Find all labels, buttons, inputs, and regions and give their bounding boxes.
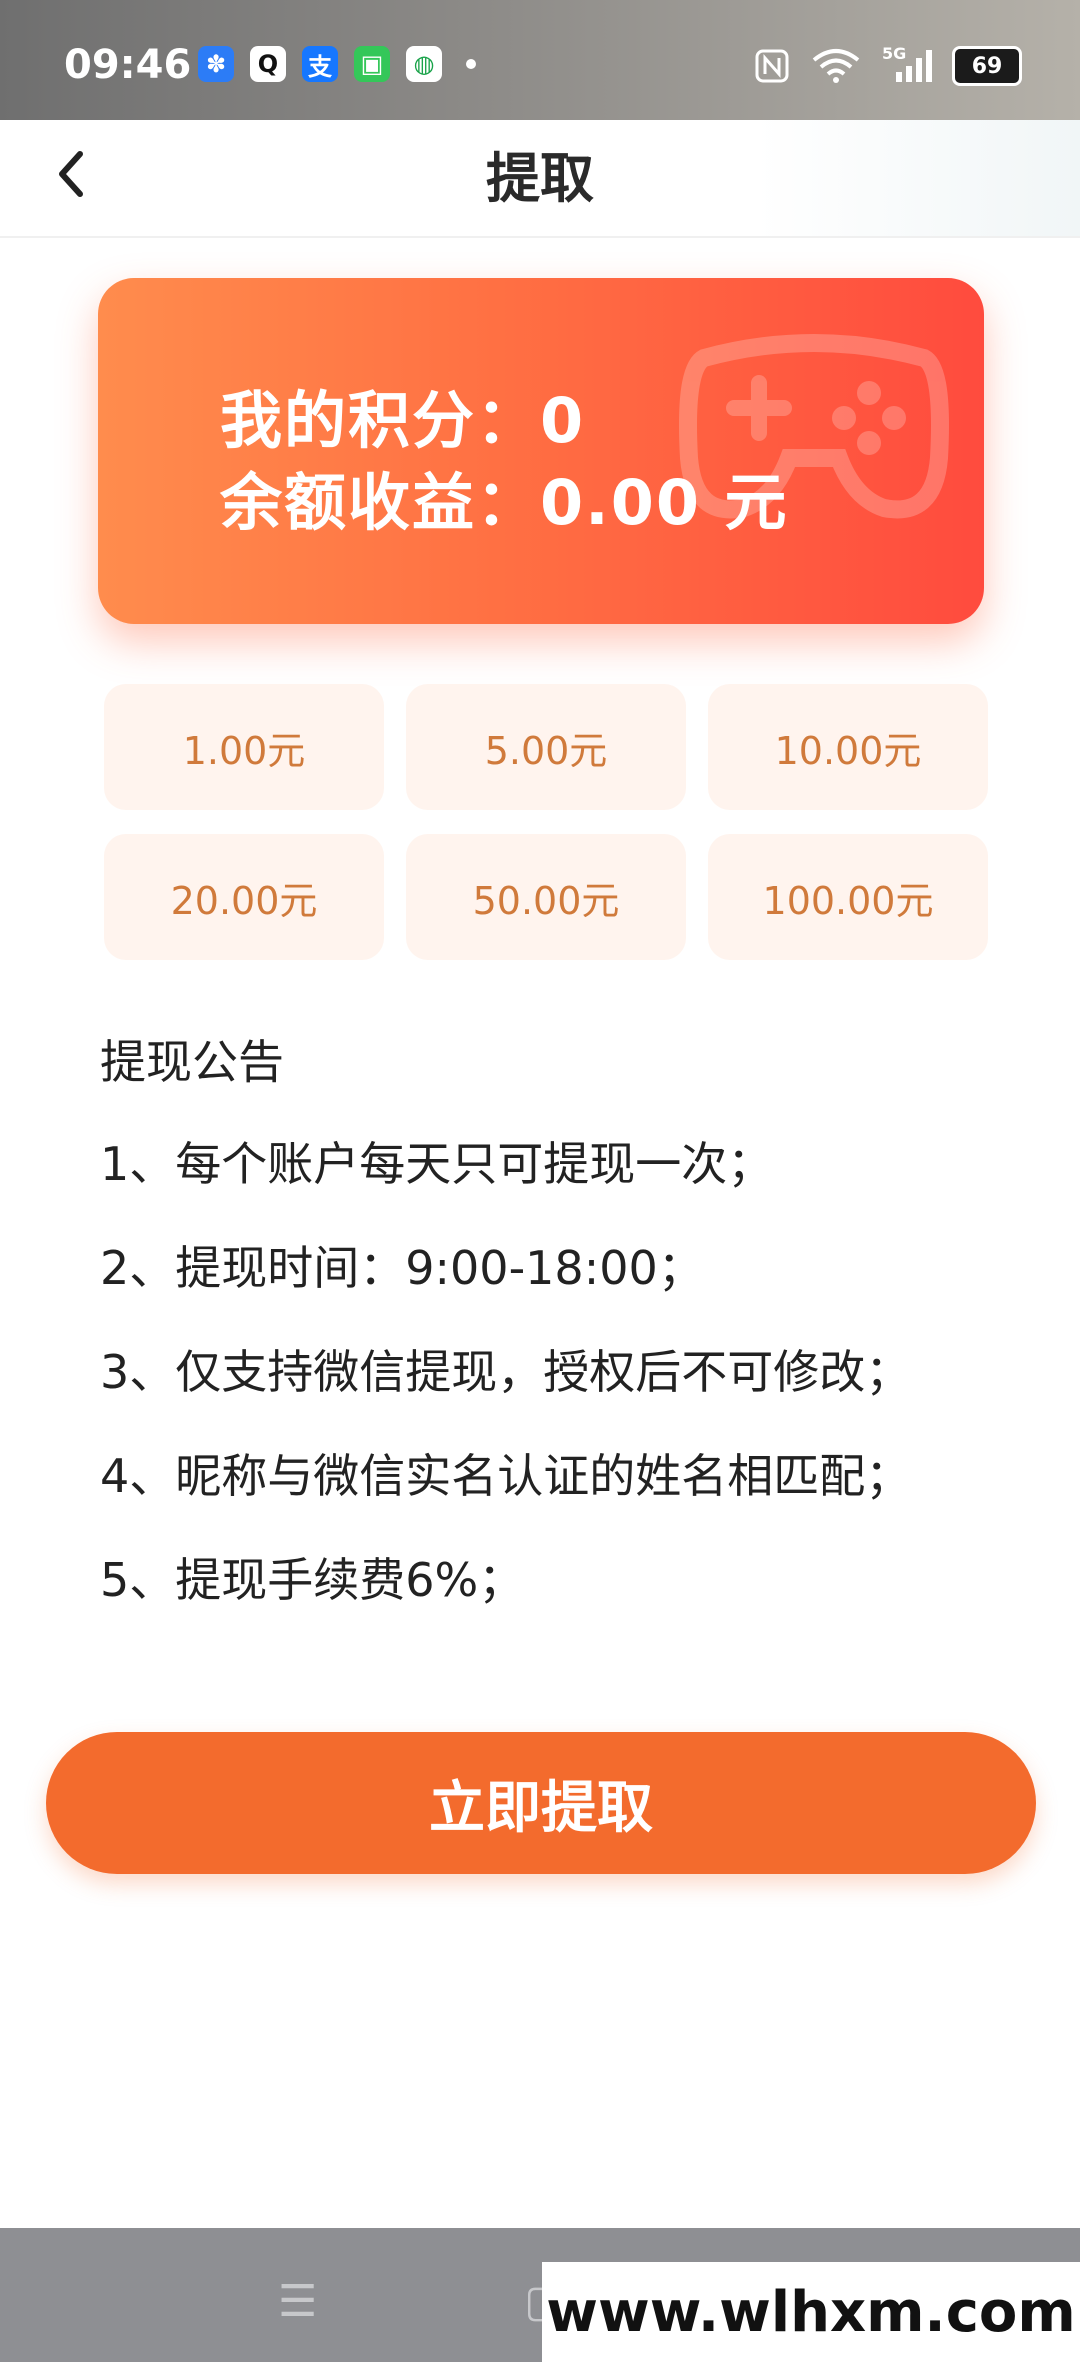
top-app-bar: 提取: [0, 120, 1080, 238]
notification-icons: ✽ Q 支 ▣ ◍: [198, 46, 476, 82]
notice-rule: 2、提现时间：9:00-18:00；: [100, 1241, 704, 1295]
battery-indicator: 69: [952, 46, 1022, 86]
status-time: 09:46: [64, 42, 192, 88]
notice-rule: 1、每个账户每天只可提现一次；: [100, 1137, 774, 1191]
notice-rule: 4、昵称与微信实名认证的姓名相匹配；: [100, 1449, 912, 1503]
messages-icon: ▣: [354, 46, 390, 82]
notice-title: 提现公告: [100, 1035, 284, 1089]
nfc-icon: [755, 49, 789, 83]
qq-icon: Q: [250, 46, 286, 82]
pinwheel-app-icon: ✽: [198, 46, 234, 82]
amount-option[interactable]: 10.00元: [708, 684, 988, 810]
notice-rule: 3、仅支持微信提现，授权后不可修改；: [100, 1345, 912, 1399]
wifi-icon: [812, 49, 860, 83]
withdraw-button[interactable]: 立即提取: [46, 1732, 1036, 1874]
balance-text: 余额收益：0.00 元: [220, 466, 789, 539]
amount-option[interactable]: 1.00元: [104, 684, 384, 810]
watermark: www.wlhxm.com: [542, 2262, 1080, 2362]
page-title: 提取: [486, 147, 594, 210]
points-text: 我的积分：0: [220, 384, 586, 457]
balance-card: 我的积分：0 余额收益：0.00 元: [98, 278, 984, 624]
notice-rule: 5、提现手续费6%；: [100, 1553, 525, 1607]
amount-option[interactable]: 5.00元: [406, 684, 686, 810]
china-mobile-icon: ◍: [406, 46, 442, 82]
menu-icon[interactable]: ☰: [278, 2276, 317, 2327]
more-notifications-dot: [466, 59, 476, 69]
amount-option[interactable]: 50.00元: [406, 834, 686, 960]
amount-option[interactable]: 100.00元: [708, 834, 988, 960]
notice-rules: 1、每个账户每天只可提现一次； 2、提现时间：9:00-18:00； 3、仅支持…: [100, 1128, 911, 1648]
cellular-signal-icon: 5G: [882, 44, 932, 84]
status-bar: 09:46 ✽ Q 支 ▣ ◍ 5G 69: [0, 0, 1080, 120]
amount-options: 1.00元 5.00元 10.00元 20.00元 50.00元 100.00元: [104, 684, 988, 960]
system-icons: 5G 69: [754, 44, 1022, 86]
amount-option[interactable]: 20.00元: [104, 834, 384, 960]
alipay-icon: 支: [302, 46, 338, 82]
